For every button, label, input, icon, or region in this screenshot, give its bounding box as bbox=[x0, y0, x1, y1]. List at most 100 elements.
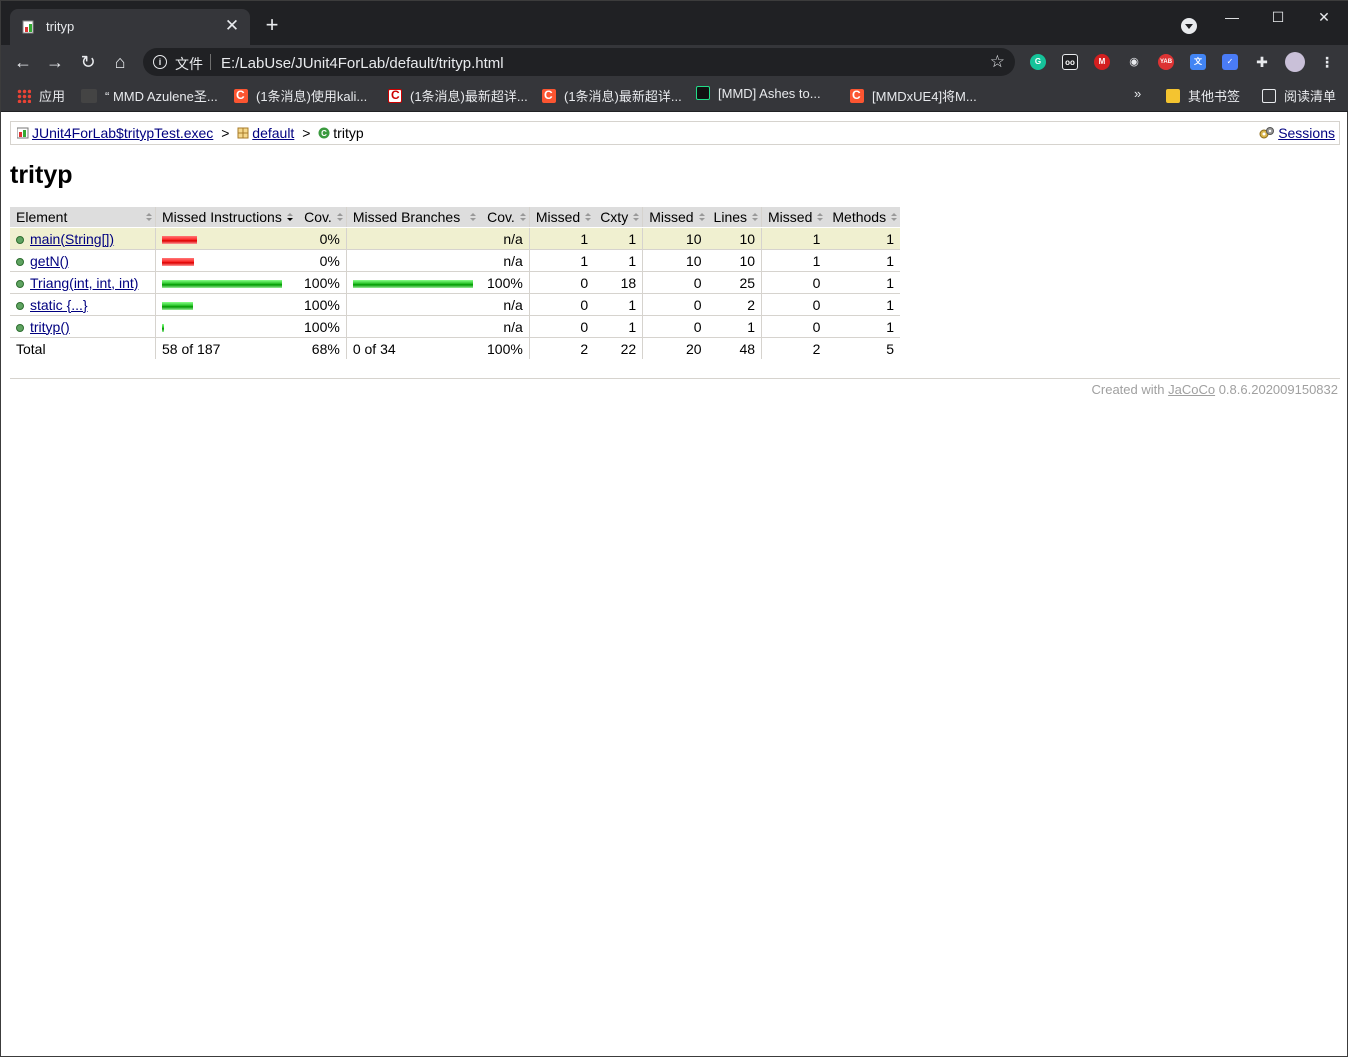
maximize-button[interactable]: ☐ bbox=[1255, 1, 1301, 33]
lines-missed: 0 bbox=[642, 315, 708, 338]
cx-missed: 1 bbox=[528, 227, 595, 250]
total-cx-missed: 2 bbox=[528, 337, 595, 359]
total-instr-cov: 68% bbox=[295, 337, 347, 359]
bookmark-label: 其他书签 bbox=[1188, 89, 1241, 104]
tab-close-icon[interactable]: ✕ bbox=[222, 16, 242, 36]
bookmark-extension-icon[interactable]: ✓ bbox=[1222, 54, 1238, 70]
bookmarks-overflow-button[interactable]: » bbox=[1134, 86, 1141, 104]
new-tab-button[interactable]: + bbox=[261, 14, 283, 36]
branch-cov: n/a bbox=[478, 249, 530, 272]
header-label: Missed Instructions bbox=[162, 209, 282, 225]
sort-icon bbox=[891, 213, 898, 221]
methods: 1 bbox=[826, 249, 901, 272]
footer-version: 0.8.6.202009150832 bbox=[1218, 382, 1338, 397]
bookmark-item[interactable]: (1条消息)最新超详... bbox=[388, 86, 528, 104]
lines: 1 bbox=[707, 315, 762, 338]
header-methods[interactable]: Methods bbox=[826, 207, 901, 228]
bookmark-item[interactable]: [MMDxUE4]将M... bbox=[850, 86, 977, 104]
breadcrumb-package-link[interactable]: default bbox=[252, 125, 294, 141]
profile-avatar[interactable] bbox=[1285, 52, 1305, 72]
method-link[interactable]: main(String[]) bbox=[30, 231, 114, 247]
glasses-extension-icon[interactable]: oo bbox=[1062, 54, 1078, 70]
method-link[interactable]: Triang(int, int, int) bbox=[30, 275, 138, 291]
bookmark-item[interactable]: [MMD] Ashes to... bbox=[696, 86, 821, 104]
report-favicon-icon bbox=[22, 20, 34, 34]
sort-icon bbox=[585, 213, 592, 221]
lines: 10 bbox=[707, 249, 762, 272]
table-body: main(String[]) 0% n/a 1 1 10 10 1 1 getN() 0% n/a 1 1… bbox=[10, 227, 901, 338]
spy-extension-icon[interactable]: ◉ bbox=[1126, 54, 1142, 70]
header-label: Lines bbox=[713, 209, 748, 225]
lines: 10 bbox=[707, 227, 762, 250]
instr-bar-cell bbox=[154, 249, 296, 272]
method-link[interactable]: trityp() bbox=[30, 319, 70, 335]
branch-cov: n/a bbox=[478, 227, 530, 250]
minimize-button[interactable]: — bbox=[1209, 1, 1255, 33]
method-link[interactable]: getN() bbox=[30, 253, 69, 269]
total-cxty: 22 bbox=[594, 337, 643, 359]
lines-missed: 0 bbox=[642, 293, 708, 316]
header-missed-instructions[interactable]: Missed Instructions bbox=[154, 207, 296, 228]
reload-icon[interactable]: ↻ bbox=[76, 50, 100, 74]
table-row: Triang(int, int, int) 100% 100% 0 18 0 25 0 1 bbox=[10, 271, 901, 294]
translate-extension-icon[interactable]: 文 bbox=[1190, 54, 1206, 70]
sort-icon bbox=[469, 213, 476, 221]
header-methods-missed[interactable]: Missed bbox=[761, 207, 827, 228]
extensions-puzzle-icon[interactable]: ✚ bbox=[1254, 54, 1270, 70]
instr-bar-cell bbox=[154, 293, 296, 316]
reading-list-button[interactable]: 阅读清单 bbox=[1262, 86, 1336, 104]
breadcrumb-current-class: trityp bbox=[333, 125, 364, 141]
method-link[interactable]: static {...} bbox=[30, 297, 88, 313]
jacoco-link[interactable]: JaCoCo bbox=[1168, 382, 1215, 397]
bookmark-item[interactable]: (1条消息)最新超详... bbox=[542, 86, 682, 104]
breadcrumb-session-link[interactable]: JUnit4ForLab$tritypTest.exec bbox=[32, 125, 213, 141]
header-branch-cov[interactable]: Cov. bbox=[478, 207, 530, 228]
tab-trityp[interactable]: trityp ✕ bbox=[10, 9, 250, 45]
sessions-link-wrap[interactable]: Sessions bbox=[1259, 125, 1335, 141]
header-cxty[interactable]: Cxty bbox=[594, 207, 643, 228]
bookmark-apps[interactable]: 应用 bbox=[17, 86, 65, 104]
header-cx-missed[interactable]: Missed bbox=[528, 207, 595, 228]
methods-missed: 0 bbox=[761, 315, 827, 338]
cxty: 1 bbox=[594, 315, 643, 338]
methods-missed: 0 bbox=[761, 271, 827, 294]
grammarly-extension-icon[interactable]: G bbox=[1030, 54, 1046, 70]
cxty: 18 bbox=[594, 271, 643, 294]
bookmark-item[interactable]: “ MMD Azulene圣... bbox=[81, 86, 218, 104]
yab-extension-icon[interactable]: YAB bbox=[1158, 54, 1174, 70]
bookmark-label: (1条消息)最新超详... bbox=[410, 89, 528, 104]
browser-toolbar: ← → ↻ ⌂ i 文件 ☆ G oo M ◉ YAB 文 ✓ ✚ ⋮ bbox=[1, 45, 1348, 79]
svg-text:C: C bbox=[321, 129, 327, 138]
site-info-icon[interactable]: i bbox=[153, 55, 167, 69]
site-icon bbox=[696, 86, 710, 100]
forward-arrow-icon[interactable]: → bbox=[43, 50, 67, 74]
menu-kebab-icon[interactable]: ⋮ bbox=[1319, 54, 1335, 70]
other-bookmarks-folder[interactable]: 其他书签 bbox=[1166, 86, 1240, 104]
home-icon[interactable]: ⌂ bbox=[108, 50, 132, 74]
sort-icon bbox=[146, 213, 152, 221]
cx-missed: 0 bbox=[528, 315, 595, 338]
covered-bar bbox=[162, 301, 193, 310]
breadcrumb: JUnit4ForLab$tritypTest.exec > default >… bbox=[10, 121, 1340, 145]
header-label: Missed bbox=[649, 209, 694, 225]
sort-icon bbox=[336, 213, 343, 221]
header-lines[interactable]: Lines bbox=[707, 207, 762, 228]
methods-missed: 1 bbox=[761, 249, 827, 272]
window-close-button[interactable]: ✕ bbox=[1301, 1, 1347, 33]
back-arrow-icon[interactable]: ← bbox=[11, 50, 35, 74]
total-methods: 5 bbox=[826, 337, 901, 359]
header-element[interactable]: Element bbox=[10, 207, 156, 228]
sessions-link[interactable]: Sessions bbox=[1278, 125, 1335, 141]
bookmark-item[interactable]: (1条消息)使用kali... bbox=[234, 86, 367, 104]
url-input[interactable] bbox=[219, 52, 983, 74]
header-missed-branches[interactable]: Missed Branches bbox=[345, 207, 479, 228]
address-bar[interactable]: i 文件 ☆ bbox=[143, 48, 1015, 76]
tab-search-dropdown-icon[interactable] bbox=[1181, 18, 1197, 34]
bookmark-label: [MMD] Ashes to... bbox=[718, 86, 821, 101]
header-instr-cov[interactable]: Cov. bbox=[295, 207, 347, 228]
header-lines-missed[interactable]: Missed bbox=[642, 207, 708, 228]
branch-cov: 100% bbox=[478, 271, 530, 294]
header-label: Methods bbox=[832, 209, 887, 225]
mega-extension-icon[interactable]: M bbox=[1094, 54, 1110, 70]
bookmark-star-icon[interactable]: ☆ bbox=[990, 52, 1005, 72]
